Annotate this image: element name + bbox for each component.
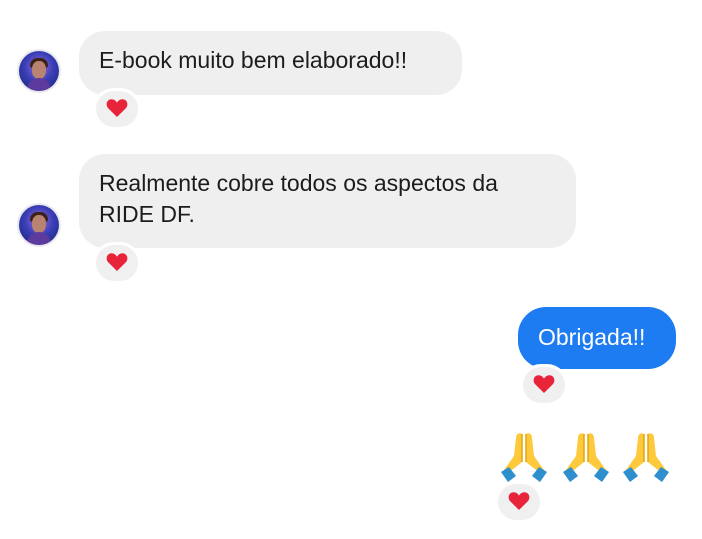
heart-icon: [508, 492, 530, 510]
message-text: Realmente cobre todos os aspectos da RID…: [99, 170, 498, 227]
message-reaction[interactable]: [498, 484, 540, 520]
folded-hands-icon: [563, 433, 609, 482]
folded-hands-icon: [623, 433, 669, 482]
folded-hands-icon: [501, 433, 547, 482]
heart-icon: [533, 375, 555, 393]
message-bubble-incoming[interactable]: E-book muito bem elaborado!!: [79, 31, 462, 95]
message-reaction[interactable]: [96, 91, 138, 127]
heart-icon: [106, 253, 128, 271]
contact-avatar[interactable]: [19, 205, 59, 245]
avatar-body: [27, 78, 51, 91]
contact-avatar[interactable]: [19, 51, 59, 91]
emoji-message[interactable]: [498, 428, 676, 486]
message-reaction[interactable]: [96, 245, 138, 281]
heart-icon: [106, 99, 128, 117]
avatar-face: [32, 61, 46, 79]
message-reaction[interactable]: [523, 367, 565, 403]
avatar-face: [32, 215, 46, 233]
message-text: E-book muito bem elaborado!!: [99, 47, 408, 73]
message-bubble-outgoing[interactable]: Obrigada!!: [518, 307, 676, 369]
message-bubble-incoming[interactable]: Realmente cobre todos os aspectos da RID…: [79, 154, 576, 248]
message-text: Obrigada!!: [538, 324, 646, 350]
avatar-body: [27, 232, 51, 245]
chat-screen: { "messages": [ {"sender": "other", "tex…: [0, 0, 702, 539]
